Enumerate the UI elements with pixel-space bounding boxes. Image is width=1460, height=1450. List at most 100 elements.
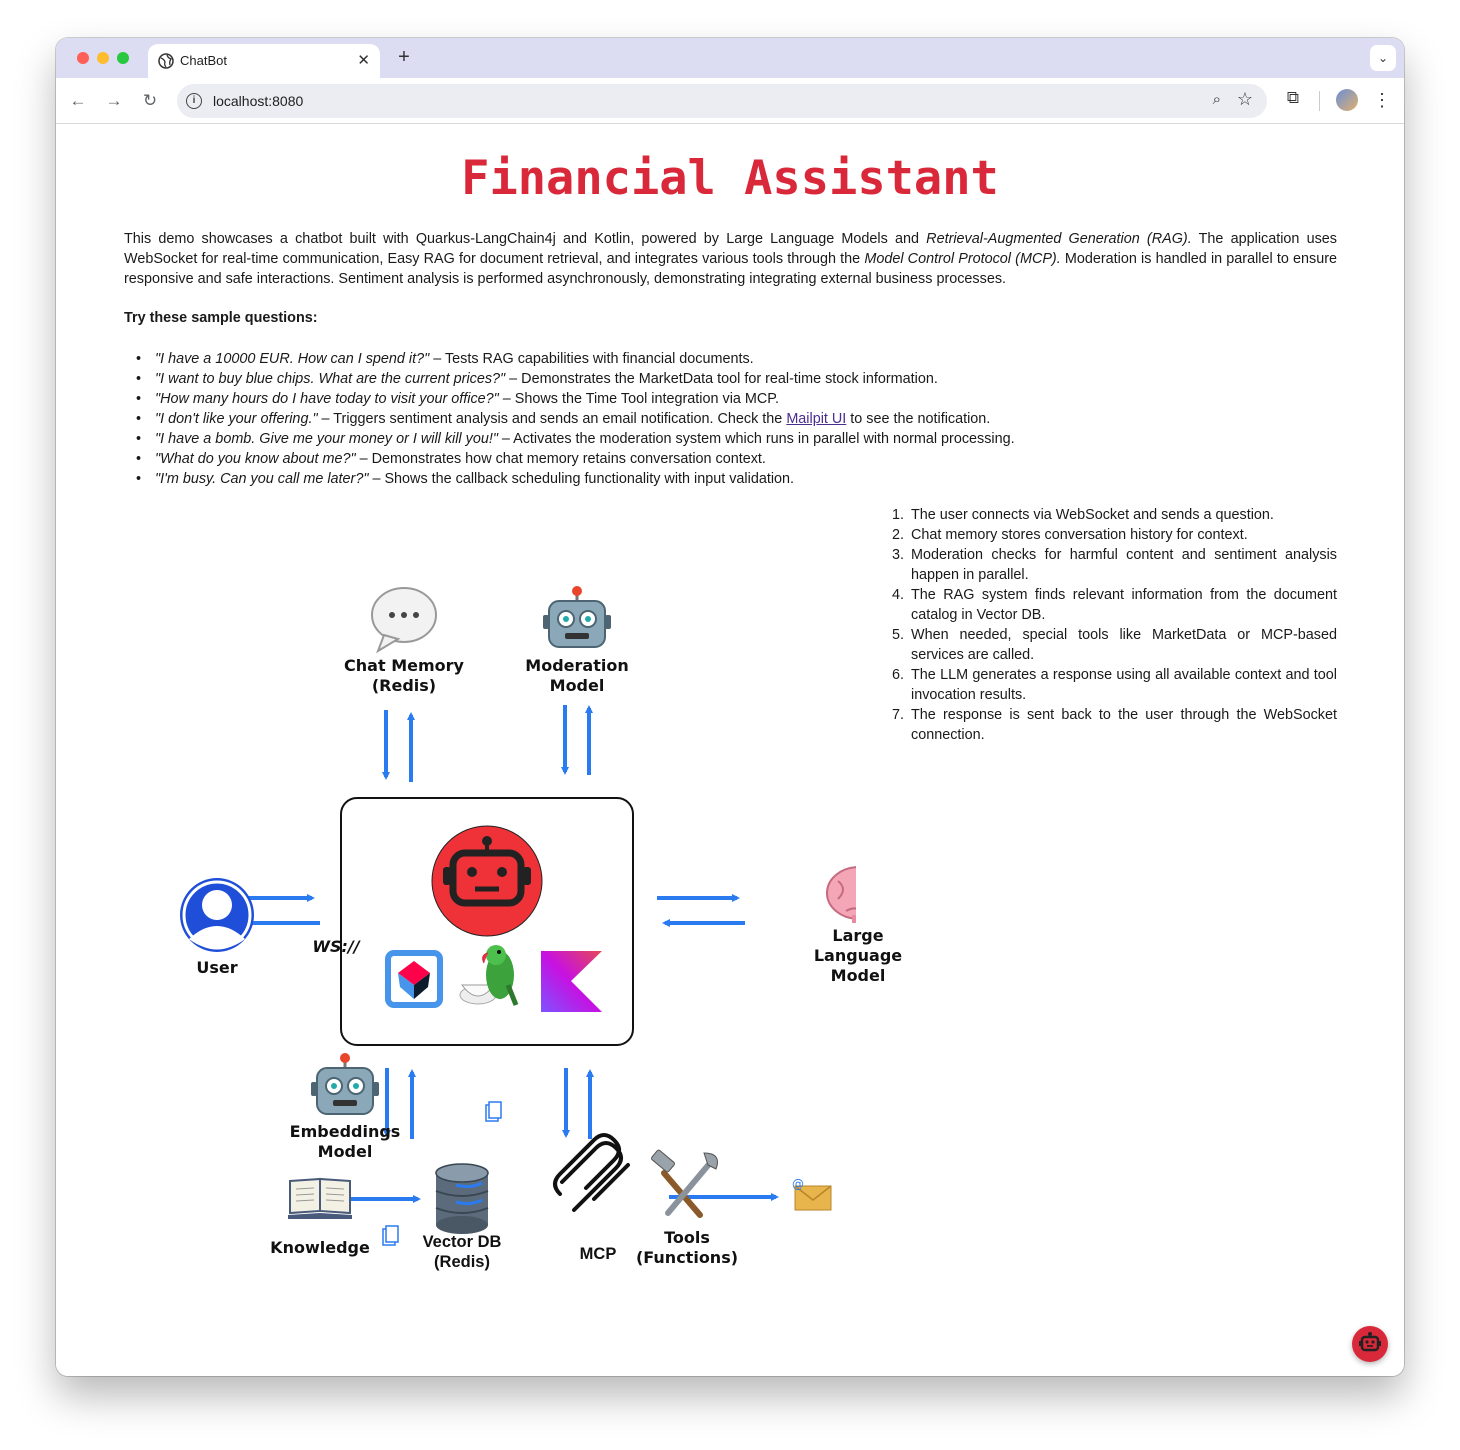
- question-desc: – Activates the moderation system which …: [497, 431, 1015, 447]
- globe-icon: [158, 53, 174, 69]
- envelope-icon: @: [792, 1177, 832, 1211]
- list-item: "I have a bomb. Give me your money or I …: [124, 429, 1337, 449]
- list-item: 4. The RAG system finds relevant informat…: [892, 587, 1337, 623]
- architecture-diagram: @ Chat Memory (Redis) Moderation Model U…: [116, 535, 902, 1271]
- back-icon[interactable]: ←: [67, 90, 89, 112]
- question-text: "I want to buy blue chips. What are the …: [155, 371, 506, 387]
- user-label: User: [196, 958, 238, 977]
- tools-label: Tools (Functions): [627, 1228, 747, 1268]
- mailpit-link[interactable]: Mailpit UI: [786, 411, 846, 427]
- step-text: Chat memory stores conversation history …: [911, 527, 1248, 543]
- star-icon[interactable]: ☆: [1237, 89, 1253, 110]
- question-text: "What do you know about me?": [155, 451, 356, 467]
- url-text[interactable]: localhost:8080: [213, 93, 303, 109]
- reload-icon[interactable]: ↻: [139, 90, 161, 112]
- question-desc: – Shows the callback scheduling function…: [368, 471, 795, 487]
- list-item: 3. Moderation checks for harmful content …: [892, 547, 1337, 583]
- vector-db-label: Vector DB (Redis): [412, 1232, 512, 1272]
- question-text: "I'm busy. Can you call me later?": [155, 471, 369, 487]
- list-item: 6. The LLM generates a response using all…: [892, 667, 1337, 703]
- step-text: The LLM generates a response using all a…: [911, 667, 1337, 703]
- diagram-graphics: @: [180, 586, 856, 1246]
- database-icon: [435, 1163, 489, 1234]
- tab-chatbot[interactable]: ChatBot ✕: [148, 44, 380, 78]
- robot-icon: [311, 1053, 379, 1115]
- mcp-icon: [553, 1133, 630, 1212]
- question-desc: – Demonstrates the MarketData tool for r…: [505, 371, 938, 387]
- moderation-label: Moderation Model: [517, 656, 637, 696]
- robot-icon: [543, 586, 611, 648]
- speech-bubble-icon: [371, 587, 437, 654]
- label-line: (Redis): [371, 676, 437, 695]
- toolbar-divider: [1319, 91, 1320, 111]
- label-line: Model: [830, 966, 886, 985]
- list-item: 1. The user connects via WebSocket and se…: [892, 507, 1274, 523]
- tab-strip: ChatBot ✕ + ⌄: [56, 38, 1404, 78]
- tab-title: ChatBot: [180, 53, 227, 68]
- step-text: The response is sent back to the user th…: [911, 707, 1337, 743]
- intro-emphasis-rag: Retrieval-Augmented Generation (RAG).: [926, 231, 1192, 247]
- label-line: Model: [317, 1142, 373, 1161]
- label-line: Language: [813, 946, 903, 965]
- robot-icon: [1359, 1332, 1381, 1352]
- book-icon: [288, 1177, 352, 1219]
- page-content: Financial Assistant This demo showcases …: [56, 125, 1404, 1376]
- step-text: When needed, special tools like MarketDa…: [911, 627, 1337, 663]
- document-icon: [485, 1101, 502, 1122]
- chat-memory-label: Chat Memory (Redis): [334, 656, 474, 696]
- avatar[interactable]: [1336, 89, 1358, 111]
- robot-icon: [431, 825, 543, 937]
- intro-emphasis-mcp: Model Control Protocol (MCP).: [864, 251, 1061, 267]
- sample-questions-heading: Try these sample questions:: [124, 310, 318, 326]
- question-desc-2: to see the notification.: [846, 411, 991, 427]
- question-text: "I have a 10000 EUR. How can I spend it?…: [155, 351, 430, 367]
- label-line: (Functions): [635, 1248, 739, 1267]
- question-text: "I don't like your offering.": [155, 411, 318, 427]
- forward-icon[interactable]: →: [103, 90, 125, 112]
- knowledge-label: Knowledge: [270, 1238, 370, 1257]
- sample-questions-list: "I have a 10000 EUR. How can I spend it?…: [124, 349, 1337, 489]
- tools-arrows: [562, 1068, 594, 1139]
- list-item: "I want to buy blue chips. What are the …: [124, 369, 1337, 389]
- chat-open-button[interactable]: [1352, 1326, 1388, 1362]
- menu-icon[interactable]: ⋮: [1372, 88, 1392, 112]
- list-item: "What do you know about me?" – Demonstra…: [124, 449, 1337, 469]
- address-bar[interactable]: i localhost:8080 ⌕ ☆: [177, 84, 1267, 118]
- zoom-icon[interactable]: ⌕: [1213, 91, 1221, 108]
- document-icon: [382, 1225, 399, 1246]
- list-item: "How many hours do I have today to visit…: [124, 389, 1337, 409]
- label-line: Vector DB: [422, 1233, 502, 1251]
- list-item: 7. The response is sent back to the user …: [892, 707, 1337, 743]
- label-line: (Redis): [434, 1253, 490, 1271]
- svg-text:@: @: [792, 1177, 804, 1191]
- question-desc: – Shows the Time Tool integration via MC…: [498, 391, 780, 407]
- label-line: Large: [832, 926, 884, 945]
- websocket-label: WS://: [312, 937, 360, 956]
- list-item: 2. Chat memory stores conversation histor…: [892, 527, 1248, 543]
- plus-icon[interactable]: +: [392, 46, 416, 69]
- minimize-window-button[interactable]: [97, 52, 109, 64]
- question-text: "How many hours do I have today to visit…: [155, 391, 499, 407]
- question-desc: – Triggers sentiment analysis and sends …: [317, 411, 787, 427]
- llm-label: Large Language Model: [808, 926, 908, 986]
- close-icon[interactable]: ✕: [357, 51, 370, 69]
- list-item: "I don't like your offering." – Triggers…: [124, 409, 1337, 429]
- browser-window: ChatBot ✕ + ⌄ ← → ↻ i localhost:8080 ⌕ ☆…: [56, 38, 1404, 1376]
- step-text: The RAG system finds relevant informatio…: [911, 587, 1337, 623]
- intro-paragraph: This demo showcases a chatbot built with…: [124, 229, 1337, 289]
- list-item: 5. When needed, special tools like Market…: [892, 627, 1337, 663]
- chevron-down-icon[interactable]: ⌄: [1370, 45, 1396, 71]
- workflow-steps: 1. The user connects via WebSocket and se…: [892, 505, 1337, 745]
- label-line: Embeddings: [289, 1122, 401, 1141]
- list-item: "I have a 10000 EUR. How can I spend it?…: [124, 349, 1337, 369]
- embeddings-label: Embeddings Model: [280, 1122, 410, 1162]
- extensions-icon[interactable]: ⧉: [1282, 88, 1304, 110]
- maximize-window-button[interactable]: [117, 52, 129, 64]
- mcp-label: MCP: [579, 1245, 617, 1263]
- close-window-button[interactable]: [77, 52, 89, 64]
- label-line: Chat Memory: [344, 656, 464, 675]
- label-line: Tools: [664, 1228, 710, 1247]
- intro-text-1: This demo showcases a chatbot built with…: [124, 231, 927, 247]
- info-icon[interactable]: i: [186, 93, 202, 109]
- page-title: Financial Assistant: [461, 151, 999, 206]
